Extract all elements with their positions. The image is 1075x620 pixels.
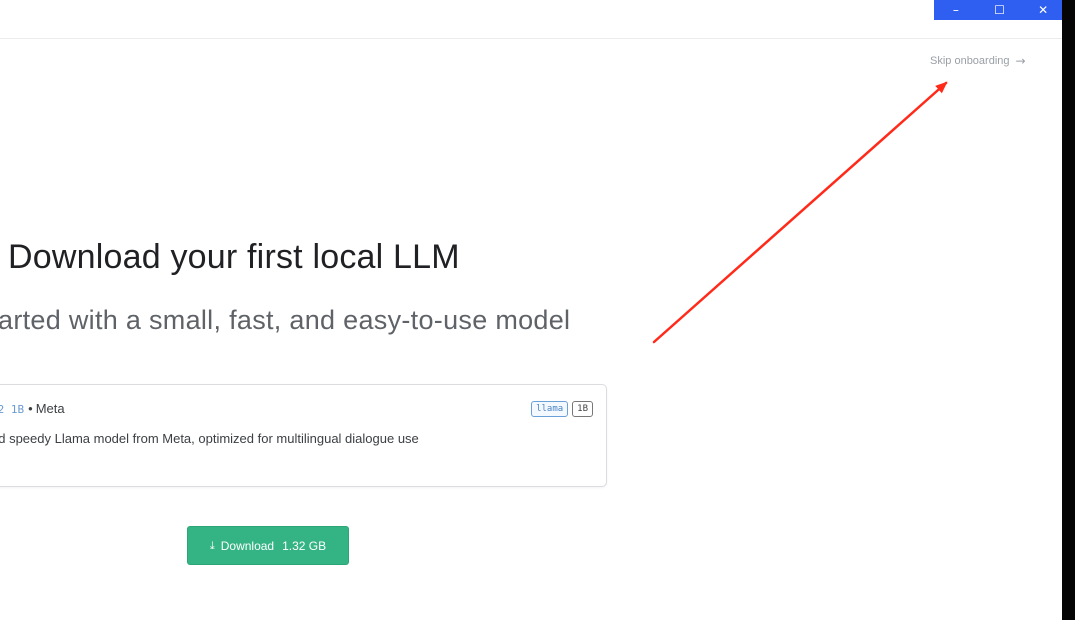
- screen-edge: [1062, 0, 1075, 620]
- window-controls: – ☐ ✕: [934, 0, 1065, 20]
- model-name: .2 1B: [0, 403, 25, 416]
- title-bar: [0, 0, 1062, 39]
- model-tags: llama 1B: [531, 401, 593, 417]
- page-subtitle: arted with a small, fast, and easy-to-us…: [0, 305, 571, 335]
- arrow-right-icon: →: [1015, 54, 1026, 68]
- model-author: Meta: [35, 401, 65, 416]
- skip-onboarding-link[interactable]: Skip onboarding →: [930, 54, 1026, 68]
- minimize-icon[interactable]: –: [941, 0, 971, 20]
- separator-dot: •: [28, 401, 33, 416]
- app-window: – ☐ ✕ Skip onboarding → Download your fi…: [0, 0, 1065, 620]
- tag-llama: llama: [531, 401, 569, 417]
- tag-size: 1B: [572, 401, 593, 417]
- download-icon: ⤓: [209, 538, 215, 552]
- model-card[interactable]: .2 1B•Meta llama 1B nd speedy Llama mode…: [0, 384, 607, 487]
- model-card-title: .2 1B•Meta: [0, 401, 65, 416]
- model-description: nd speedy Llama model from Meta, optimiz…: [0, 431, 419, 446]
- annotation-arrow: [652, 81, 948, 344]
- maximize-icon[interactable]: ☐: [984, 0, 1014, 20]
- skip-onboarding-label: Skip onboarding: [930, 55, 1010, 67]
- page-title: Download your first local LLM: [8, 238, 460, 276]
- download-label: Download: [220, 538, 275, 553]
- download-size: 1.32 GB: [282, 538, 327, 553]
- download-button[interactable]: ⤓ Download 1.32 GB: [187, 526, 349, 565]
- close-icon[interactable]: ✕: [1028, 0, 1058, 20]
